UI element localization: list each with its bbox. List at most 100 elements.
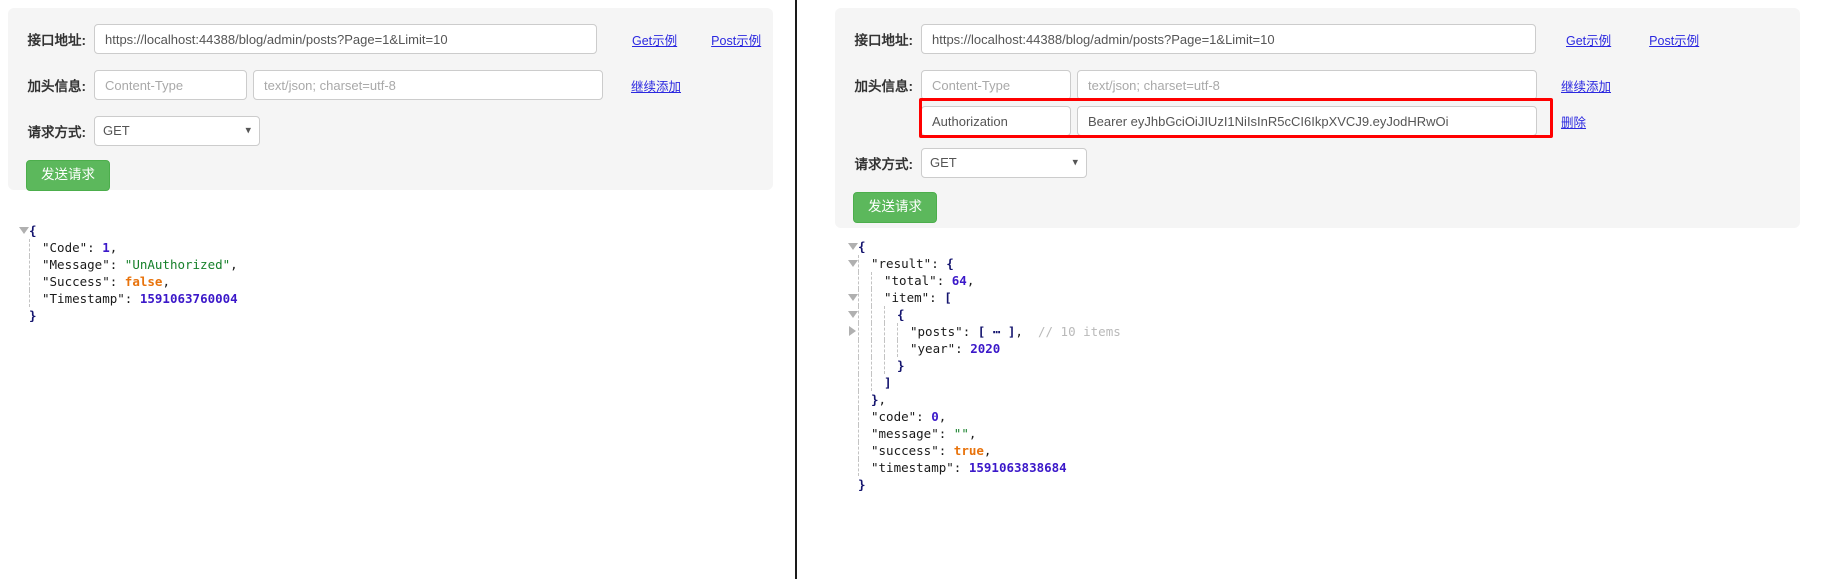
url-input[interactable] (921, 24, 1536, 54)
json-token-brace: { (29, 223, 37, 238)
json-token-k: : (939, 443, 954, 458)
json-line-text: } (897, 357, 905, 374)
json-token-k: "success" (871, 443, 939, 458)
twisty-spacer (847, 391, 858, 408)
json-line: "success": true, (847, 442, 1121, 459)
header-value-input[interactable] (1077, 70, 1537, 100)
json-indent-guide (29, 239, 31, 256)
json-token-k: "posts" (910, 324, 963, 339)
json-line: } (18, 307, 238, 324)
json-token-str: "" (954, 426, 969, 441)
json-line: "message": "", (847, 425, 1121, 442)
json-token-str: "UnAuthorized" (125, 257, 230, 272)
url-row: 接口地址: Get示例 Post示例 (835, 24, 1800, 54)
send-request-button[interactable]: 发送请求 (26, 160, 110, 191)
screenshot-root: 接口地址: Get示例 Post示例 加头信息: 继续添加 请求方式: GETP… (0, 0, 1838, 579)
twisty-spacer (18, 290, 29, 307)
twisty-spacer (847, 408, 858, 425)
json-indent-guide (858, 357, 860, 374)
json-token-brace: [ (944, 290, 952, 305)
json-indent-guide (871, 357, 873, 374)
json-token-k: "result" (871, 256, 931, 271)
json-token-k: : (87, 240, 102, 255)
get-example-link[interactable]: Get示例 (1566, 30, 1611, 49)
twisty-expanded-icon[interactable] (847, 289, 858, 306)
auth-header-value-input[interactable] (1077, 106, 1537, 136)
json-line-text: { (29, 222, 37, 239)
json-token-k: "Success" (42, 274, 110, 289)
json-line: "year": 2020 (847, 340, 1121, 357)
delete-header-link[interactable]: 删除 (1561, 112, 1586, 131)
json-line: "posts": [ ⋯ ], // 10 items (847, 323, 1121, 340)
json-token-brace: } (897, 358, 905, 373)
twisty-collapsed-icon[interactable] (847, 323, 858, 340)
json-token-num: 1591063760004 (140, 291, 238, 306)
json-line: } (847, 357, 1121, 374)
json-indent-guide (858, 306, 860, 323)
json-line: "item": [ (847, 289, 1121, 306)
json-token-k: : (110, 257, 125, 272)
json-line: "Code": 1, (18, 239, 238, 256)
json-indent-guide (858, 323, 860, 340)
header-row: 加头信息: 继续添加 (835, 70, 1800, 100)
json-indent-guide (858, 289, 860, 306)
json-token-k: : (955, 341, 970, 356)
method-select-wrap: GETPOSTPUTDELETE ▾ (94, 116, 260, 146)
json-line-text: }, (871, 391, 886, 408)
method-row: 请求方式: GETPOSTPUTDELETE ▾ (8, 116, 773, 146)
json-line-text: "total": 64, (884, 272, 974, 289)
url-input[interactable] (94, 24, 597, 54)
json-token-k: : (929, 290, 944, 305)
json-indent-guide (871, 340, 873, 357)
json-token-brace: { (946, 256, 954, 271)
json-token-num: 1 (102, 240, 110, 255)
send-request-button[interactable]: 发送请求 (853, 192, 937, 223)
twisty-expanded-icon[interactable] (847, 238, 858, 255)
json-token-k: : (110, 274, 125, 289)
json-token-k: "Code" (42, 240, 87, 255)
json-line-text: "result": { (871, 255, 954, 272)
right-response-json: {"result": {"total": 64,"item": [{"posts… (847, 238, 1121, 493)
right-panel: 接口地址: Get示例 Post示例 加头信息: 继续添加 删除 (795, 0, 1838, 579)
json-token-k: : (931, 256, 946, 271)
json-token-k: : (954, 460, 969, 475)
json-line-text: "item": [ (884, 289, 952, 306)
json-token-k: "year" (910, 341, 955, 356)
json-line: "Success": false, (18, 273, 238, 290)
add-header-link[interactable]: 继续添加 (631, 76, 681, 95)
twisty-expanded-icon[interactable] (847, 255, 858, 272)
json-token-k: , (162, 274, 170, 289)
left-panel: 接口地址: Get示例 Post示例 加头信息: 继续添加 请求方式: GETP… (0, 0, 795, 579)
json-token-cmt: // 10 items (1038, 324, 1121, 339)
twisty-expanded-icon[interactable] (847, 306, 858, 323)
json-token-brace: { (897, 307, 905, 322)
json-token-k: , (1015, 324, 1038, 339)
method-select[interactable]: GETPOSTPUTDELETE (94, 116, 260, 146)
post-example-link[interactable]: Post示例 (711, 30, 761, 49)
method-select-wrap: GETPOSTPUTDELETE ▾ (921, 148, 1087, 178)
json-line-text: "Code": 1, (42, 239, 117, 256)
header-name-input[interactable] (921, 70, 1071, 100)
json-token-k: , (969, 426, 977, 441)
json-token-k: , (984, 443, 992, 458)
get-example-link[interactable]: Get示例 (632, 30, 677, 49)
method-select[interactable]: GETPOSTPUTDELETE (921, 148, 1087, 178)
json-indent-guide (871, 272, 873, 289)
json-line: "Message": "UnAuthorized", (18, 256, 238, 273)
json-indent-guide (897, 340, 899, 357)
json-line-text: "year": 2020 (910, 340, 1000, 357)
json-line-text: "success": true, (871, 442, 991, 459)
twisty-spacer (18, 256, 29, 273)
add-header-link[interactable]: 继续添加 (1561, 76, 1611, 95)
twisty-spacer (847, 272, 858, 289)
twisty-expanded-icon[interactable] (18, 222, 29, 239)
header-name-input[interactable] (94, 70, 247, 100)
post-example-link[interactable]: Post示例 (1649, 30, 1699, 49)
method-label: 请求方式: (835, 153, 913, 173)
json-token-bool: true (954, 443, 984, 458)
json-line-text: "timestamp": 1591063838684 (871, 459, 1067, 476)
header-value-input[interactable] (253, 70, 603, 100)
json-line: { (847, 306, 1121, 323)
json-token-bool: false (125, 274, 163, 289)
auth-header-name-input[interactable] (921, 106, 1071, 136)
